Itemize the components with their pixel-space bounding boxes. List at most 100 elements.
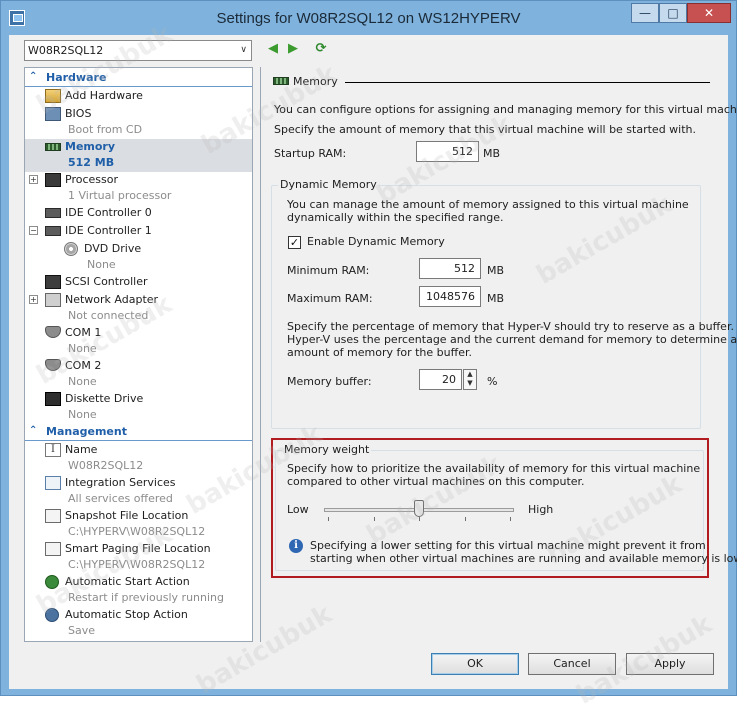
- minimum-ram-input[interactable]: 512: [419, 258, 481, 279]
- expand-plus-icon[interactable]: +: [29, 295, 38, 304]
- ok-button[interactable]: OK: [431, 653, 519, 675]
- tree-item-detail: All services offered: [68, 492, 173, 505]
- vm-selector-value: W08R2SQL12: [28, 44, 104, 57]
- tree-item-label: Smart Paging File Location: [65, 542, 211, 555]
- settings-tree: ⌃ Hardware Add Hardware BIOS Boot from C…: [24, 67, 253, 642]
- back-arrow-icon[interactable]: ◀: [265, 41, 281, 57]
- forward-arrow-icon[interactable]: ▶: [285, 41, 301, 57]
- tree-item-name[interactable]: I Name W08R2SQL12: [25, 442, 252, 475]
- enable-dynamic-memory-checkbox[interactable]: ✓: [288, 236, 301, 249]
- smart-paging-folder-icon: [45, 542, 61, 556]
- vm-selector-dropdown[interactable]: W08R2SQL12 ∨: [24, 40, 252, 61]
- memory-buffer-spinner[interactable]: ▲ ▼: [463, 369, 477, 390]
- startup-ram-input[interactable]: 512: [416, 141, 479, 162]
- close-button[interactable]: ✕: [687, 3, 731, 23]
- tree-item-automatic-stop-action[interactable]: Automatic Stop Action Save: [25, 607, 252, 640]
- management-section-label: Management: [46, 425, 127, 438]
- automatic-stop-icon: [45, 608, 59, 622]
- tree-item-detail: C:\HYPERV\W08R2SQL12: [68, 558, 206, 571]
- tree-item-processor[interactable]: + Processor 1 Virtual processor: [25, 172, 252, 205]
- tree-item-com-1[interactable]: COM 1 None: [25, 325, 252, 358]
- memory-buffer-unit: %: [487, 375, 498, 388]
- dynamic-memory-group-title: Dynamic Memory: [278, 178, 379, 191]
- collapse-minus-icon[interactable]: −: [29, 226, 38, 235]
- tree-item-detail: Restart if previously running: [68, 591, 224, 604]
- slider-tick: [374, 517, 375, 521]
- slider-tick: [419, 517, 420, 521]
- tree-item-integration-services[interactable]: Integration Services All services offere…: [25, 475, 252, 508]
- diskette-drive-icon: [45, 392, 61, 406]
- hardware-section-header[interactable]: ⌃ Hardware: [25, 70, 252, 87]
- integration-services-icon: [45, 476, 61, 490]
- ide-controller-icon: [45, 208, 61, 218]
- tree-item-detail: Boot from CD: [68, 123, 143, 136]
- tree-item-com-2[interactable]: COM 2 None: [25, 358, 252, 391]
- tree-item-detail: Save: [68, 624, 96, 637]
- maximum-ram-input[interactable]: 1048576: [419, 286, 481, 307]
- memory-intro-text: You can configure options for assigning …: [274, 103, 737, 116]
- enable-dynamic-memory-label[interactable]: Enable Dynamic Memory: [307, 235, 445, 248]
- tree-item-detail: None: [87, 258, 116, 271]
- tree-item-detail: 1 Virtual processor: [68, 189, 172, 202]
- dvd-drive-icon: [64, 242, 78, 256]
- window-title: Settings for W08R2SQL12 on WS12HYPERV: [216, 10, 521, 27]
- management-section-header[interactable]: ⌃ Management: [25, 424, 252, 441]
- tree-item-label: COM 2: [65, 359, 102, 372]
- expand-plus-icon[interactable]: +: [29, 175, 38, 184]
- tree-item-ide-controller-0[interactable]: IDE Controller 0: [25, 205, 252, 223]
- tree-item-diskette-drive[interactable]: Diskette Drive None: [25, 391, 252, 424]
- dynamic-memory-desc-line2: dynamically within the specified range.: [287, 211, 504, 224]
- apply-button[interactable]: Apply: [626, 653, 714, 675]
- minimum-ram-label: Minimum RAM:: [287, 264, 370, 277]
- memory-buffer-label: Memory buffer:: [287, 375, 372, 388]
- tree-item-detail: 512 MB: [68, 156, 115, 169]
- tree-item-label: IDE Controller 0: [65, 206, 152, 219]
- tree-item-ide-controller-1[interactable]: − IDE Controller 1: [25, 223, 252, 241]
- name-icon: I: [45, 443, 61, 457]
- com-port-icon: [45, 326, 61, 338]
- dialog-client-area: W08R2SQL12 ∨ ◀ ▶ ⟳ ⌃ Hardware Add Hardwa…: [9, 19, 737, 711]
- refresh-icon[interactable]: ⟳: [313, 41, 329, 57]
- add-hardware-icon: [45, 89, 61, 103]
- startup-ram-help-text: Specify the amount of memory that this v…: [274, 123, 697, 136]
- processor-icon: [45, 173, 61, 187]
- memory-weight-desc-line1: Specify how to prioritize the availabili…: [287, 462, 701, 475]
- tree-item-label: BIOS: [65, 107, 92, 120]
- memory-weight-group: Memory weight Specify how to prioritize …: [275, 443, 737, 571]
- snapshot-folder-icon: [45, 509, 61, 523]
- collapse-chevron-icon[interactable]: ⌃: [29, 425, 37, 436]
- memory-icon: [273, 77, 289, 85]
- tree-item-network-adapter[interactable]: + Network Adapter Not connected: [25, 292, 252, 325]
- tree-item-scsi-controller[interactable]: SCSI Controller: [25, 274, 252, 292]
- tree-item-dvd-drive[interactable]: DVD Drive None: [25, 241, 252, 274]
- tree-item-detail: None: [68, 342, 97, 355]
- maximum-ram-label: Maximum RAM:: [287, 292, 373, 305]
- spin-down-icon[interactable]: ▼: [464, 379, 476, 388]
- memory-weight-info-line1: Specifying a lower setting for this virt…: [310, 539, 706, 552]
- tree-item-bios[interactable]: BIOS Boot from CD: [25, 106, 252, 139]
- memory-buffer-desc-line2: Hyper-V uses the percentage and the curr…: [287, 333, 737, 346]
- maximize-button[interactable]: □: [659, 3, 687, 23]
- heading-divider: [345, 82, 710, 83]
- cancel-button[interactable]: Cancel: [528, 653, 616, 675]
- tree-item-label: Snapshot File Location: [65, 509, 189, 522]
- memory-weight-slider-thumb[interactable]: [414, 500, 424, 517]
- memory-buffer-desc-line3: amount of memory for the buffer.: [287, 346, 472, 359]
- chevron-down-icon: ∨: [240, 45, 247, 55]
- spin-up-icon[interactable]: ▲: [464, 370, 476, 379]
- tree-item-automatic-start-action[interactable]: Automatic Start Action Restart if previo…: [25, 574, 252, 607]
- tree-item-smart-paging-file-location[interactable]: Smart Paging File Location C:\HYPERV\W08…: [25, 541, 252, 574]
- memory-buffer-input[interactable]: 20: [419, 369, 462, 390]
- info-icon: i: [289, 539, 303, 553]
- tree-item-label: Memory: [65, 140, 116, 153]
- slider-low-label: Low: [287, 503, 309, 516]
- collapse-chevron-icon[interactable]: ⌃: [29, 71, 37, 82]
- tree-item-label: COM 1: [65, 326, 102, 339]
- tree-item-memory[interactable]: Memory 512 MB: [25, 139, 252, 172]
- minimize-button[interactable]: —: [631, 3, 659, 23]
- title-bar[interactable]: Settings for W08R2SQL12 on WS12HYPERV — …: [1, 1, 736, 35]
- tree-item-add-hardware[interactable]: Add Hardware: [25, 88, 252, 106]
- dynamic-memory-desc-line1: You can manage the amount of memory assi…: [287, 198, 689, 211]
- tree-item-label: Network Adapter: [65, 293, 159, 306]
- tree-item-snapshot-file-location[interactable]: Snapshot File Location C:\HYPERV\W08R2SQ…: [25, 508, 252, 541]
